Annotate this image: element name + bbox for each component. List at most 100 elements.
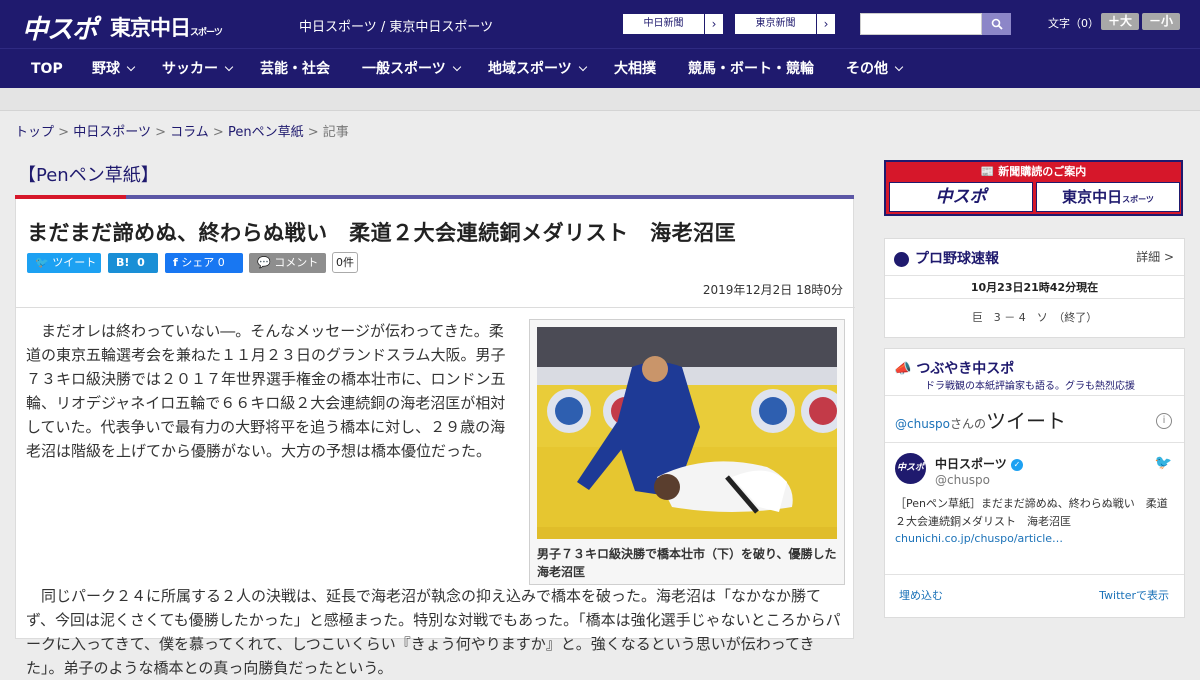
nav-entertainment[interactable]: 芸能・社会 bbox=[260, 49, 330, 89]
chevron-right-icon: › bbox=[711, 17, 717, 31]
chevron-down-icon bbox=[894, 62, 904, 72]
chevron-down-icon bbox=[578, 62, 587, 72]
ad-band bbox=[0, 88, 1200, 111]
font-bigger-button[interactable]: ＋大 bbox=[1101, 13, 1139, 30]
chevron-down-icon bbox=[452, 62, 461, 72]
facebook-share-button[interactable]: f シェア 0 bbox=[165, 253, 243, 273]
chunichi-shimbun-label: 中日新聞 bbox=[623, 14, 705, 34]
search-icon bbox=[991, 18, 1003, 30]
nav-other[interactable]: その他 bbox=[846, 49, 904, 89]
top-header: 中スポ 東京中日スポーツ 中日スポーツ / 東京中日スポーツ 中日新聞 › 東京… bbox=[0, 0, 1200, 48]
breadcrumb-separator: > bbox=[155, 125, 166, 140]
nav-label: TOP bbox=[31, 61, 63, 77]
tweet-author-handle[interactable]: @chuspo bbox=[935, 473, 990, 487]
baseball-card-header: プロ野球速報 bbox=[894, 248, 999, 268]
tweets-by-heading: @chuspoさんのツイート bbox=[895, 405, 1066, 434]
tokyo-shimbun-label: 東京新聞 bbox=[735, 14, 817, 34]
tokyo-logo-small: スポーツ bbox=[190, 28, 223, 38]
tweet-text: ［Penペン草紙］まだまだ諦めぬ、終わらぬ戦い 柔道２大会連続銅メダリスト 海老… bbox=[895, 497, 1168, 528]
subscription-title-text: 新聞購読のご案内 bbox=[998, 165, 1087, 178]
subscription-banner[interactable]: 📰 新聞購読のご案内 中スポ 東京中日スポーツ bbox=[884, 160, 1183, 216]
subscribe-tokyo-text: 東京中日 bbox=[1062, 188, 1123, 206]
baseball-title: プロ野球速報 bbox=[915, 251, 999, 267]
comment-count: 0件 bbox=[332, 252, 358, 273]
nav-top[interactable]: TOP bbox=[31, 49, 63, 89]
article-card: まだまだ諦めぬ、終わらぬ戦い 柔道２大会連続銅メダリスト 海老沼匡 🐦 ツイート… bbox=[15, 199, 855, 677]
twitter-bird-icon: 🐦 bbox=[35, 256, 49, 269]
divider bbox=[885, 395, 1184, 396]
subscribe-tokyo-logo[interactable]: 東京中日スポーツ bbox=[1036, 182, 1180, 212]
baseball-icon bbox=[894, 251, 909, 267]
article-body-continued: 同じパーク２４に所属する２人の決戦は、延長で海老沼が執念の抑え込みで橋本を破った… bbox=[26, 584, 846, 680]
nav-label: 競馬・ボート・競輪 bbox=[688, 61, 814, 77]
megaphone-icon: 📣 bbox=[894, 361, 912, 377]
main-nav: TOP 野球 サッカー 芸能・社会 一般スポーツ 地域スポーツ 大相撲 競馬・ボ… bbox=[0, 48, 1200, 88]
baseball-score-card: プロ野球速報 詳細 > 10月23日21時42分現在 巨 3 － 4 ソ （終了… bbox=[884, 238, 1185, 338]
twitter-widget-title: つぶやき中スポ bbox=[916, 361, 1015, 377]
chevron-right-icon: › bbox=[823, 17, 829, 31]
baseball-updated: 10月23日21時42分現在 bbox=[885, 275, 1184, 299]
font-size-label: 文字（0） bbox=[1048, 17, 1099, 30]
article-headline: まだまだ諦めぬ、終わらぬ戦い 柔道２大会連続銅メダリスト 海老沼匡 bbox=[27, 221, 737, 245]
breadcrumb-column[interactable]: コラム bbox=[170, 125, 209, 140]
tweet-link[interactable]: chunichi.co.jp/chuspo/article… bbox=[895, 532, 1063, 545]
subscribe-tokyo-small: スポーツ bbox=[1122, 195, 1154, 204]
comment-button[interactable]: 💬 コメント bbox=[249, 253, 326, 273]
site-subtitle: 中日スポーツ / 東京中日スポーツ bbox=[299, 20, 494, 35]
breadcrumb-current: 記事 bbox=[322, 125, 349, 140]
breadcrumb-top[interactable]: トップ bbox=[15, 125, 54, 140]
breadcrumb-separator: > bbox=[212, 125, 224, 140]
comment-label: コメント bbox=[274, 256, 319, 269]
nav-label: 野球 bbox=[92, 61, 120, 77]
nav-sumo[interactable]: 大相撲 bbox=[614, 49, 656, 89]
chevron-down-icon bbox=[224, 62, 234, 72]
font-smaller-button[interactable]: －小 bbox=[1142, 13, 1180, 30]
nav-baseball[interactable]: 野球 bbox=[92, 49, 136, 89]
search-input[interactable] bbox=[860, 13, 982, 35]
baseball-detail-link[interactable]: 詳細 > bbox=[1136, 248, 1174, 265]
tokyo-logo-text: 東京中日 bbox=[110, 16, 191, 40]
judo-match-photo[interactable] bbox=[537, 327, 837, 539]
chunichi-shimbun-button[interactable]: 中日新聞 › bbox=[622, 13, 724, 35]
tweet-button[interactable]: 🐦 ツイート bbox=[27, 253, 101, 273]
nav-general-sports[interactable]: 一般スポーツ bbox=[362, 49, 461, 89]
facebook-share-label: シェア bbox=[181, 256, 215, 269]
article-divider bbox=[16, 307, 855, 308]
search-button[interactable] bbox=[982, 13, 1011, 35]
verified-badge-icon: ✓ bbox=[1010, 458, 1023, 471]
breadcrumb: トップ > 中日スポーツ > コラム > Penペン草紙 > 記事 bbox=[15, 121, 349, 140]
facebook-count: 0 bbox=[217, 256, 225, 269]
embed-link[interactable]: 埋め込む bbox=[899, 587, 943, 603]
nav-soccer[interactable]: サッカー bbox=[162, 49, 234, 89]
nav-local-sports[interactable]: 地域スポーツ bbox=[488, 49, 587, 89]
divider bbox=[885, 442, 1184, 443]
article-photo-figure: 男子７３キロ級決勝で橋本壮市（下）を破り、優勝した海老沼匡 bbox=[529, 319, 845, 585]
chuspo-logo[interactable]: 中スポ bbox=[22, 9, 98, 46]
divider bbox=[885, 574, 1184, 575]
breadcrumb-chunichi-sports[interactable]: 中日スポーツ bbox=[73, 125, 151, 140]
photo-caption: 男子７３キロ級決勝で橋本壮市（下）を破り、優勝した海老沼匡 bbox=[537, 547, 837, 579]
hatena-bookmark-button[interactable]: B! 0 bbox=[108, 253, 158, 273]
avatar[interactable]: 中スポ bbox=[895, 453, 926, 484]
chevron-down-icon bbox=[126, 62, 136, 72]
twitter-widget-header: 📣 つぶやき中スポ bbox=[894, 358, 1014, 378]
view-on-twitter-link[interactable]: Twitterで表示 bbox=[1099, 587, 1169, 603]
tokyo-chunichi-logo[interactable]: 東京中日スポーツ bbox=[110, 12, 223, 42]
nav-label: 地域スポーツ bbox=[488, 61, 572, 77]
tweet-label: ツイート bbox=[52, 256, 97, 269]
nav-keiba[interactable]: 競馬・ボート・競輪 bbox=[688, 49, 814, 89]
tokyo-shimbun-button[interactable]: 東京新聞 › bbox=[734, 13, 836, 35]
info-icon[interactable]: i bbox=[1156, 413, 1172, 429]
section-title: 【Penペン草紙】 bbox=[18, 165, 159, 186]
twitter-bird-icon[interactable]: 🐦 bbox=[1155, 455, 1172, 471]
tweets-word: ツイート bbox=[986, 409, 1067, 433]
nav-label: その他 bbox=[846, 61, 888, 77]
facebook-icon: f bbox=[173, 256, 178, 269]
breadcrumb-pen-pengusa[interactable]: Penペン草紙 bbox=[228, 125, 304, 140]
tweet-author[interactable]: 中日スポーツ ✓ bbox=[935, 455, 1023, 472]
twitter-widget-card: 📣 つぶやき中スポ ドラ戦観の本紙評論家も語る。グラも熱烈応援 @chuspoさ… bbox=[884, 348, 1185, 618]
baseball-score[interactable]: 巨 3 － 4 ソ （終了） bbox=[885, 309, 1184, 325]
tweets-handle-link[interactable]: @chuspo bbox=[895, 417, 950, 431]
subscribe-chuspo-logo[interactable]: 中スポ bbox=[889, 182, 1033, 212]
article-paragraph: 同じパーク２４に所属する２人の決戦は、延長で海老沼が執念の抑え込みで橋本を破った… bbox=[26, 587, 841, 677]
